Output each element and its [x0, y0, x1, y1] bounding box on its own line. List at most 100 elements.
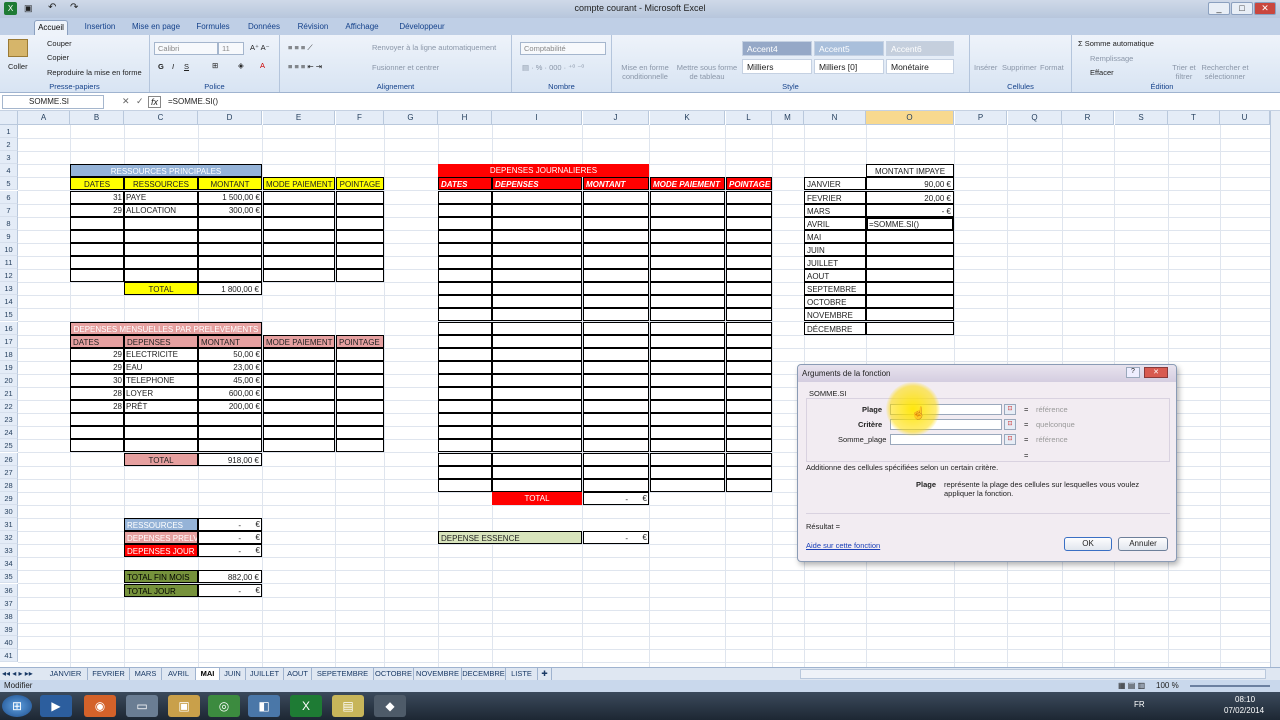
row-header-24[interactable]: 24 — [0, 426, 18, 440]
journalieres-cell[interactable] — [726, 269, 772, 283]
mensuelles-amount[interactable]: 45,00 € — [198, 374, 262, 387]
mensuelles-cell[interactable] — [263, 413, 335, 427]
journalieres-cell[interactable] — [438, 360, 492, 374]
row-header-21[interactable]: 21 — [0, 387, 18, 400]
journalieres-cell[interactable] — [583, 216, 649, 230]
journalieres-cell[interactable] — [650, 465, 725, 479]
journalieres-cell[interactable] — [726, 203, 772, 217]
enter-formula-icon[interactable]: ✓ — [136, 96, 144, 107]
merge-center-button[interactable]: Fusionner et centrer — [372, 63, 439, 72]
bold-icon[interactable]: G — [158, 62, 164, 71]
sheet-tab-janvier[interactable]: JANVIER — [44, 668, 88, 680]
mensuelles-cell[interactable] — [198, 413, 262, 427]
cancel-formula-icon[interactable]: ✕ — [122, 96, 130, 107]
row-header-40[interactable]: 40 — [0, 635, 18, 649]
journalieres-cell[interactable] — [438, 334, 492, 348]
journalieres-cell[interactable] — [492, 387, 582, 400]
ressources-cell[interactable] — [263, 256, 335, 269]
journalieres-cell[interactable] — [492, 256, 582, 269]
journalieres-cell[interactable] — [726, 190, 772, 204]
journalieres-cell[interactable] — [726, 242, 772, 256]
journalieres-cell[interactable] — [726, 426, 772, 440]
journalieres-cell[interactable] — [583, 400, 649, 414]
journalieres-cell[interactable] — [492, 465, 582, 479]
column-header-R[interactable]: R — [1062, 111, 1114, 125]
column-header-N[interactable]: N — [804, 111, 866, 125]
ressources-cell[interactable] — [70, 229, 124, 243]
journalieres-cell[interactable] — [438, 439, 492, 453]
row-header-23[interactable]: 23 — [0, 413, 18, 427]
journalieres-cell[interactable] — [492, 426, 582, 440]
journalieres-cell[interactable] — [650, 308, 725, 322]
row-header-35[interactable]: 35 — [0, 570, 18, 584]
ressources-cell[interactable] — [336, 229, 384, 243]
column-header-C[interactable]: C — [124, 111, 198, 125]
ressources-total[interactable]: 1 800,00 € — [198, 282, 262, 296]
arg-input-2[interactable] — [890, 434, 1002, 445]
find-select-button[interactable]: Rechercher et sélectionner — [1198, 63, 1252, 81]
format-table-button[interactable]: Mettre sous forme de tableau — [674, 63, 740, 81]
journalieres-cell[interactable] — [492, 360, 582, 374]
row-header-20[interactable]: 20 — [0, 373, 18, 387]
journalieres-cell[interactable] — [492, 282, 582, 296]
journalieres-cell[interactable] — [492, 347, 582, 361]
journalieres-cell[interactable] — [726, 295, 772, 309]
mensuelles-date[interactable]: 28 — [70, 400, 124, 413]
row-header-34[interactable]: 34 — [0, 557, 18, 571]
ressources-date[interactable]: 31 — [70, 191, 124, 204]
column-header-D[interactable]: D — [198, 111, 262, 125]
chrome-icon[interactable]: ◎ — [208, 695, 240, 717]
ressources-cell[interactable] — [336, 190, 384, 204]
range-select-icon-2[interactable]: ⊡ — [1004, 434, 1016, 445]
row-header-3[interactable]: 3 — [0, 151, 18, 165]
mensuelles-cell[interactable] — [70, 426, 124, 440]
journalieres-cell[interactable] — [726, 373, 772, 387]
mensuelles-amount[interactable]: 50,00 € — [198, 348, 262, 361]
journalieres-cell[interactable] — [438, 465, 492, 479]
ressources-cell[interactable] — [263, 203, 335, 217]
mensuelles-cell[interactable] — [336, 439, 384, 453]
copy-button[interactable]: Copier — [47, 53, 69, 62]
ressources-cell[interactable] — [198, 229, 262, 243]
clear-button[interactable]: Effacer — [1090, 68, 1114, 77]
journalieres-cell[interactable] — [438, 242, 492, 256]
journalieres-cell[interactable] — [492, 478, 582, 492]
ressources-date[interactable]: 29 — [70, 204, 124, 217]
column-header-O[interactable]: O — [866, 111, 954, 125]
impaye-value[interactable] — [866, 269, 954, 283]
row-header-6[interactable]: 6 — [0, 190, 18, 204]
journalieres-cell[interactable] — [726, 413, 772, 427]
format-painter-button[interactable]: Reproduire la mise en forme — [47, 68, 142, 77]
mensuelles-cell[interactable] — [124, 413, 198, 427]
row-header-9[interactable]: 9 — [0, 229, 18, 243]
journalieres-cell[interactable] — [492, 452, 582, 466]
number-format-icons[interactable]: ▤ · % · 000 · ⁺⁰ ⁻⁰ — [522, 63, 584, 72]
journalieres-cell[interactable] — [438, 269, 492, 283]
row-header-1[interactable]: 1 — [0, 125, 18, 138]
mensuelles-label[interactable]: LOYER — [124, 387, 198, 400]
format-cells-button[interactable]: Format — [1040, 63, 1064, 72]
journalieres-cell[interactable] — [438, 400, 492, 414]
media-player-icon[interactable]: ▶ — [40, 695, 72, 717]
dialog-close-icon[interactable]: ✕ — [1144, 367, 1168, 378]
row-header-38[interactable]: 38 — [0, 609, 18, 623]
column-header-F[interactable]: F — [336, 111, 384, 125]
explorer-icon[interactable]: ▣ — [168, 695, 200, 717]
sheet-tab-juin[interactable]: JUIN — [220, 668, 246, 680]
mensuelles-cell[interactable] — [336, 400, 384, 414]
journalieres-cell[interactable] — [650, 269, 725, 283]
new-sheet-icon[interactable]: ✚ — [538, 668, 552, 680]
ressources-cell[interactable] — [198, 256, 262, 269]
ressources-cell[interactable] — [124, 256, 198, 269]
journalieres-cell[interactable] — [438, 478, 492, 492]
journalieres-cell[interactable] — [583, 465, 649, 479]
impaye-value[interactable]: 20,00 € — [866, 190, 954, 204]
row-header-22[interactable]: 22 — [0, 400, 18, 414]
ressources-cell[interactable] — [263, 229, 335, 243]
help-link[interactable]: Aide sur cette fonction — [806, 541, 880, 550]
fill-button[interactable]: Remplissage — [1090, 54, 1133, 63]
mensuelles-cell[interactable] — [336, 426, 384, 440]
journalieres-cell[interactable] — [650, 203, 725, 217]
row-header-19[interactable]: 19 — [0, 360, 18, 374]
row-header-16[interactable]: 16 — [0, 321, 18, 335]
